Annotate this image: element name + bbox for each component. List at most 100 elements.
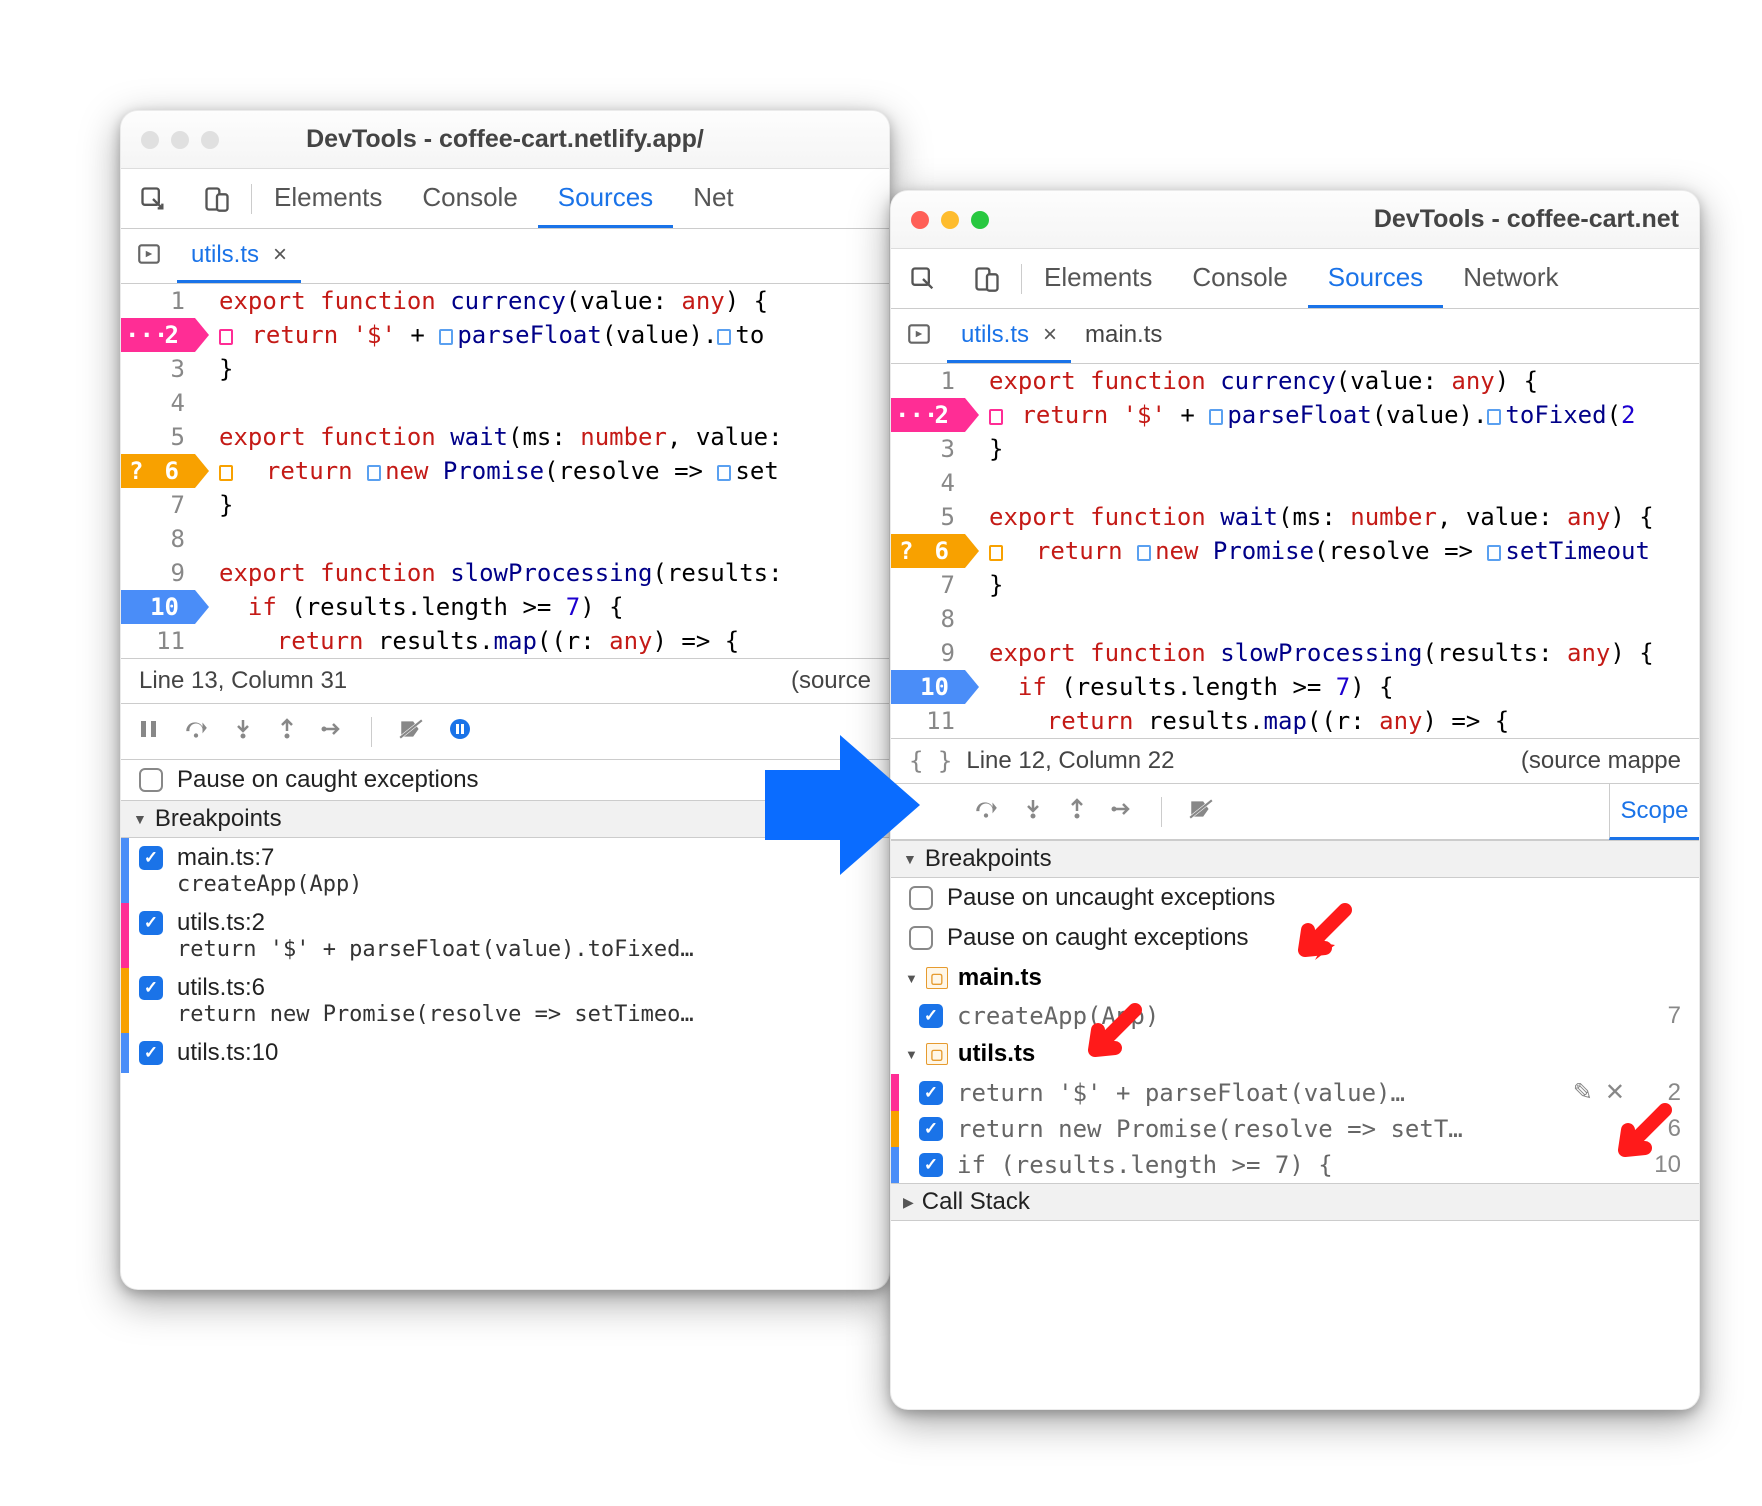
code-line[interactable]: 9export function slowProcessing(results: — [121, 556, 889, 590]
line-number-gutter[interactable]: 8 — [891, 602, 965, 636]
code-line[interactable]: 4 — [891, 466, 1699, 500]
callstack-section-header[interactable]: ▶ Call Stack — [891, 1183, 1699, 1221]
line-number-gutter[interactable]: 2 — [121, 318, 195, 352]
line-number-gutter[interactable]: 7 — [121, 488, 195, 522]
zoom-dot[interactable] — [971, 211, 989, 229]
line-number-gutter[interactable]: 1 — [121, 284, 195, 318]
breakpoint-file-group[interactable]: ▼▢utils.ts — [891, 1034, 1699, 1074]
code-line[interactable]: 8 — [121, 522, 889, 556]
tab-sources[interactable]: Sources — [538, 169, 673, 228]
close-tab-icon[interactable]: × — [1043, 321, 1057, 349]
traffic-lights[interactable] — [911, 211, 989, 229]
code-line[interactable]: 10 if (results.length >= 7) { — [891, 670, 1699, 704]
navigator-toggle-icon[interactable] — [906, 321, 932, 352]
code-line[interactable]: 5export function wait(ms: number, value: — [121, 420, 889, 454]
line-number-gutter[interactable]: 2 — [891, 398, 965, 432]
code-line[interactable]: 9export function slowProcessing(results:… — [891, 636, 1699, 670]
deactivate-bp-icon[interactable] — [398, 718, 424, 745]
code-line[interactable]: 5export function wait(ms: number, value:… — [891, 500, 1699, 534]
line-number-gutter[interactable]: 3 — [891, 432, 965, 466]
pause-on-exception-icon[interactable] — [448, 717, 472, 746]
edit-icon[interactable]: ✎ — [1573, 1078, 1593, 1107]
code-line[interactable]: 4 — [121, 386, 889, 420]
line-number-gutter[interactable]: 6 — [891, 534, 965, 568]
line-number-gutter[interactable]: 4 — [121, 386, 195, 420]
code-line[interactable]: 2 return '$' + parseFloat(value).toFixed… — [891, 398, 1699, 432]
code-editor-right[interactable]: 1export function currency(value: any) {2… — [891, 364, 1699, 738]
minimize-dot[interactable] — [171, 131, 189, 149]
code-line[interactable]: 10 if (results.length >= 7) { — [121, 590, 889, 624]
inspect-icon[interactable] — [909, 265, 937, 293]
line-number-gutter[interactable]: 5 — [891, 500, 965, 534]
code-line[interactable]: 1export function currency(value: any) { — [891, 364, 1699, 398]
line-number-gutter[interactable]: 5 — [121, 420, 195, 454]
breakpoint-line[interactable]: createApp(App)7 — [891, 998, 1699, 1034]
tab-elements[interactable]: Elements — [254, 169, 402, 228]
breakpoint-checkbox[interactable] — [139, 911, 163, 935]
breakpoint-checkbox[interactable] — [139, 976, 163, 1000]
line-number-gutter[interactable]: 11 — [121, 624, 195, 658]
code-line[interactable]: 6 return new Promise(resolve => setTimeo… — [891, 534, 1699, 568]
line-number-gutter[interactable]: 9 — [891, 636, 965, 670]
code-line[interactable]: 7} — [891, 568, 1699, 602]
line-number-gutter[interactable]: 10 — [891, 670, 965, 704]
tab-elements[interactable]: Elements — [1024, 249, 1172, 308]
step-over-icon[interactable] — [973, 798, 999, 825]
line-number-gutter[interactable]: 6 — [121, 454, 195, 488]
breakpoint-item[interactable]: utils.ts:6return new Promise(resolve => … — [121, 968, 889, 1033]
file-tab-utils[interactable]: utils.ts × — [177, 229, 301, 283]
breakpoint-checkbox[interactable] — [139, 1041, 163, 1065]
minimize-dot[interactable] — [941, 211, 959, 229]
tab-network[interactable]: Network — [1443, 249, 1578, 308]
step-into-icon[interactable] — [1023, 798, 1043, 825]
titlebar-right[interactable]: DevTools - coffee-cart.net — [891, 191, 1699, 249]
device-toggle-icon[interactable] — [973, 265, 1001, 293]
code-line[interactable]: 3} — [121, 352, 889, 386]
deactivate-bp-icon[interactable] — [1188, 798, 1214, 825]
code-line[interactable]: 2 return '$' + parseFloat(value).to — [121, 318, 889, 352]
close-dot[interactable] — [911, 211, 929, 229]
tab-console[interactable]: Console — [402, 169, 537, 228]
breakpoint-checkbox[interactable] — [139, 846, 163, 870]
file-tab-utils[interactable]: utils.ts× — [947, 309, 1071, 363]
titlebar-left[interactable]: DevTools - coffee-cart.netlify.app/ — [121, 111, 889, 169]
code-editor-left[interactable]: 1export function currency(value: any) {2… — [121, 284, 889, 658]
line-number-gutter[interactable]: 3 — [121, 352, 195, 386]
breakpoint-checkbox[interactable] — [919, 1153, 943, 1177]
pause-caught-checkbox[interactable] — [139, 768, 163, 792]
scope-tab[interactable]: Scope — [1609, 784, 1699, 840]
code-line[interactable]: 8 — [891, 602, 1699, 636]
breakpoint-item[interactable]: utils.ts:10 — [121, 1033, 889, 1073]
breakpoint-checkbox[interactable] — [919, 1117, 943, 1141]
tab-console[interactable]: Console — [1172, 249, 1307, 308]
code-line[interactable]: 11 return results.map((r: any) => { — [891, 704, 1699, 738]
code-line[interactable]: 11 return results.map((r: any) => { — [121, 624, 889, 658]
breakpoint-checkbox[interactable] — [919, 1081, 943, 1105]
code-line[interactable]: 3} — [891, 432, 1699, 466]
line-number-gutter[interactable]: 4 — [891, 466, 965, 500]
breakpoint-checkbox[interactable] — [919, 1004, 943, 1028]
pause-icon[interactable] — [139, 719, 159, 744]
zoom-dot[interactable] — [201, 131, 219, 149]
inspect-icon[interactable] — [139, 185, 167, 213]
step-out-icon[interactable] — [277, 718, 297, 745]
tab-sources[interactable]: Sources — [1308, 249, 1443, 308]
code-line[interactable]: 6 return new Promise(resolve => set — [121, 454, 889, 488]
breakpoints-section-header[interactable]: ▼ Breakpoints — [891, 840, 1699, 878]
close-tab-icon[interactable]: × — [273, 241, 287, 269]
device-toggle-icon[interactable] — [203, 185, 231, 213]
line-number-gutter[interactable]: 8 — [121, 522, 195, 556]
breakpoint-line[interactable]: if (results.length >= 7) {10 — [891, 1147, 1699, 1183]
traffic-lights[interactable] — [141, 131, 219, 149]
line-number-gutter[interactable]: 7 — [891, 568, 965, 602]
breakpoint-item[interactable]: utils.ts:2return '$' + parseFloat(value)… — [121, 903, 889, 968]
step-over-icon[interactable] — [183, 718, 209, 745]
code-line[interactable]: 1export function currency(value: any) { — [121, 284, 889, 318]
step-out-icon[interactable] — [1067, 798, 1087, 825]
file-tab-main[interactable]: main.ts — [1071, 309, 1176, 363]
line-number-gutter[interactable]: 1 — [891, 364, 965, 398]
step-icon[interactable] — [1111, 799, 1135, 824]
breakpoint-line[interactable]: return '$' + parseFloat(value)…✎✕2 — [891, 1074, 1699, 1111]
breakpoint-line[interactable]: return new Promise(resolve => setT…6 — [891, 1111, 1699, 1147]
line-number-gutter[interactable]: 10 — [121, 590, 195, 624]
